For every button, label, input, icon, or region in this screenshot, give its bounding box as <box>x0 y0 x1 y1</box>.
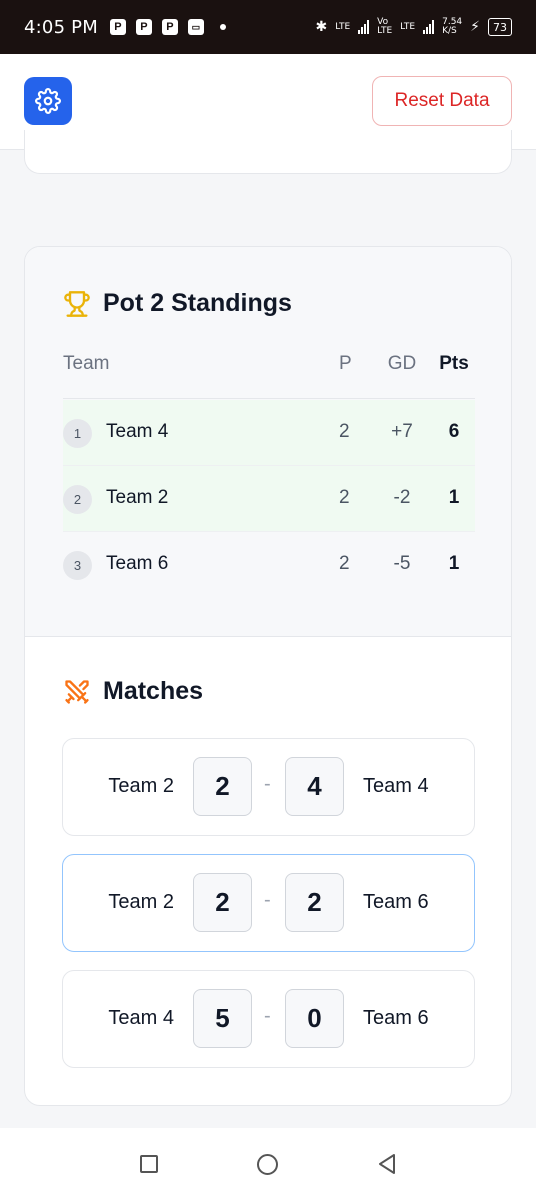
team-name: Team 4 <box>106 421 169 442</box>
match-card[interactable]: Team 2 2 - 4 Team 4 <box>62 738 475 836</box>
match-card[interactable]: Team 2 2 - 2 Team 6 <box>62 854 475 952</box>
score-separator: - <box>264 1005 271 1027</box>
bluetooth-icon: ✱ <box>315 19 328 35</box>
header-points: Pts <box>439 353 469 374</box>
header-team: Team <box>63 353 110 374</box>
back-button[interactable] <box>377 1153 397 1175</box>
standings-title: Pot 2 Standings <box>63 289 292 318</box>
net-label: LTE <box>335 21 351 32</box>
system-nav-bar <box>0 1128 536 1200</box>
system-indicators: ✱ LTE Vo LTE LTE 7.54 K/S ⚡ 73 <box>315 18 512 36</box>
signal-bars-icon <box>358 20 370 34</box>
network-volte: Vo LTE <box>377 18 392 36</box>
goal-difference-value: -2 <box>393 487 411 508</box>
pot-card: Pot 2 Standings Team P GD Pts 1 Team 4 2… <box>24 246 512 1106</box>
home-button[interactable] <box>256 1153 278 1175</box>
status-bar: 4:05 PM P P P ▭ ✱ LTE Vo LTE LTE 7.54 K/S … <box>0 0 536 54</box>
battery-icon: 73 <box>488 18 512 36</box>
home-team: Team 4 <box>108 1007 174 1029</box>
match-card[interactable]: Team 4 5 - 0 Team 6 <box>62 970 475 1068</box>
goal-difference-value: -5 <box>393 553 411 574</box>
network-speed: 7.54 K/S <box>442 18 462 36</box>
away-score-input[interactable]: 2 <box>285 873 344 932</box>
standings-title-text: Pot 2 Standings <box>103 289 292 317</box>
settings-button[interactable] <box>24 77 72 125</box>
team-name: Team 2 <box>106 487 169 508</box>
message-notification-icon: ▭ <box>187 19 204 35</box>
network-lte-2: LTE <box>400 21 416 32</box>
battery-level: 73 <box>493 20 507 34</box>
home-score-input[interactable]: 5 <box>193 989 252 1048</box>
trophy-icon <box>64 290 90 317</box>
status-time: 4:05 PM <box>24 16 98 38</box>
played-value: 2 <box>339 487 350 508</box>
standings-section: Pot 2 Standings Team P GD Pts 1 Team 4 2… <box>25 247 511 637</box>
app-notification-icon: P <box>135 19 152 35</box>
rank-badge: 2 <box>63 485 92 514</box>
header-goal-difference: GD <box>387 353 417 374</box>
rank-badge: 3 <box>63 551 92 580</box>
matches-title-text: Matches <box>103 677 204 705</box>
home-team: Team 2 <box>108 775 174 797</box>
team-name: Team 6 <box>106 553 169 574</box>
away-score-input[interactable]: 0 <box>285 989 344 1048</box>
notification-icons: P P P ▭ <box>109 19 226 35</box>
points-value: 6 <box>448 421 460 442</box>
signal-bars-icon <box>423 20 435 34</box>
points-value: 1 <box>448 487 460 508</box>
rank-badge: 1 <box>63 419 92 448</box>
points-value: 1 <box>448 553 460 574</box>
table-row: 3 Team 6 2 -5 1 <box>63 532 475 598</box>
crossed-swords-icon <box>65 679 89 704</box>
previous-card <box>24 130 512 174</box>
score-separator: - <box>264 889 271 911</box>
away-score-input[interactable]: 4 <box>285 757 344 816</box>
table-row: 1 Team 4 2 +7 6 <box>63 400 475 466</box>
played-value: 2 <box>339 553 350 574</box>
home-team: Team 2 <box>108 891 174 913</box>
charging-icon: ⚡ <box>470 19 480 35</box>
net-label: LTE <box>400 21 416 32</box>
more-notifications-dot <box>219 24 226 30</box>
speed-unit: K/S <box>442 26 457 36</box>
score-separator: - <box>264 773 271 795</box>
app-notification-icon: P <box>161 19 178 35</box>
gear-icon <box>35 88 61 114</box>
table-row: 2 Team 2 2 -2 1 <box>63 466 475 532</box>
goal-difference-value: +7 <box>391 421 413 442</box>
reset-data-button[interactable]: Reset Data <box>372 76 512 126</box>
away-team: Team 6 <box>363 891 429 913</box>
standings-header: Team P GD Pts <box>63 353 475 399</box>
net-label: LTE <box>377 26 393 36</box>
away-team: Team 6 <box>363 1007 429 1029</box>
recents-button[interactable] <box>139 1155 158 1173</box>
played-value: 2 <box>339 421 350 442</box>
away-team: Team 4 <box>363 775 429 797</box>
home-score-input[interactable]: 2 <box>193 873 252 932</box>
header-played: P <box>339 353 352 374</box>
matches-title: Matches <box>63 677 203 706</box>
app-notification-icon: P <box>109 19 126 35</box>
network-lte-1: LTE <box>335 21 351 32</box>
home-score-input[interactable]: 2 <box>193 757 252 816</box>
